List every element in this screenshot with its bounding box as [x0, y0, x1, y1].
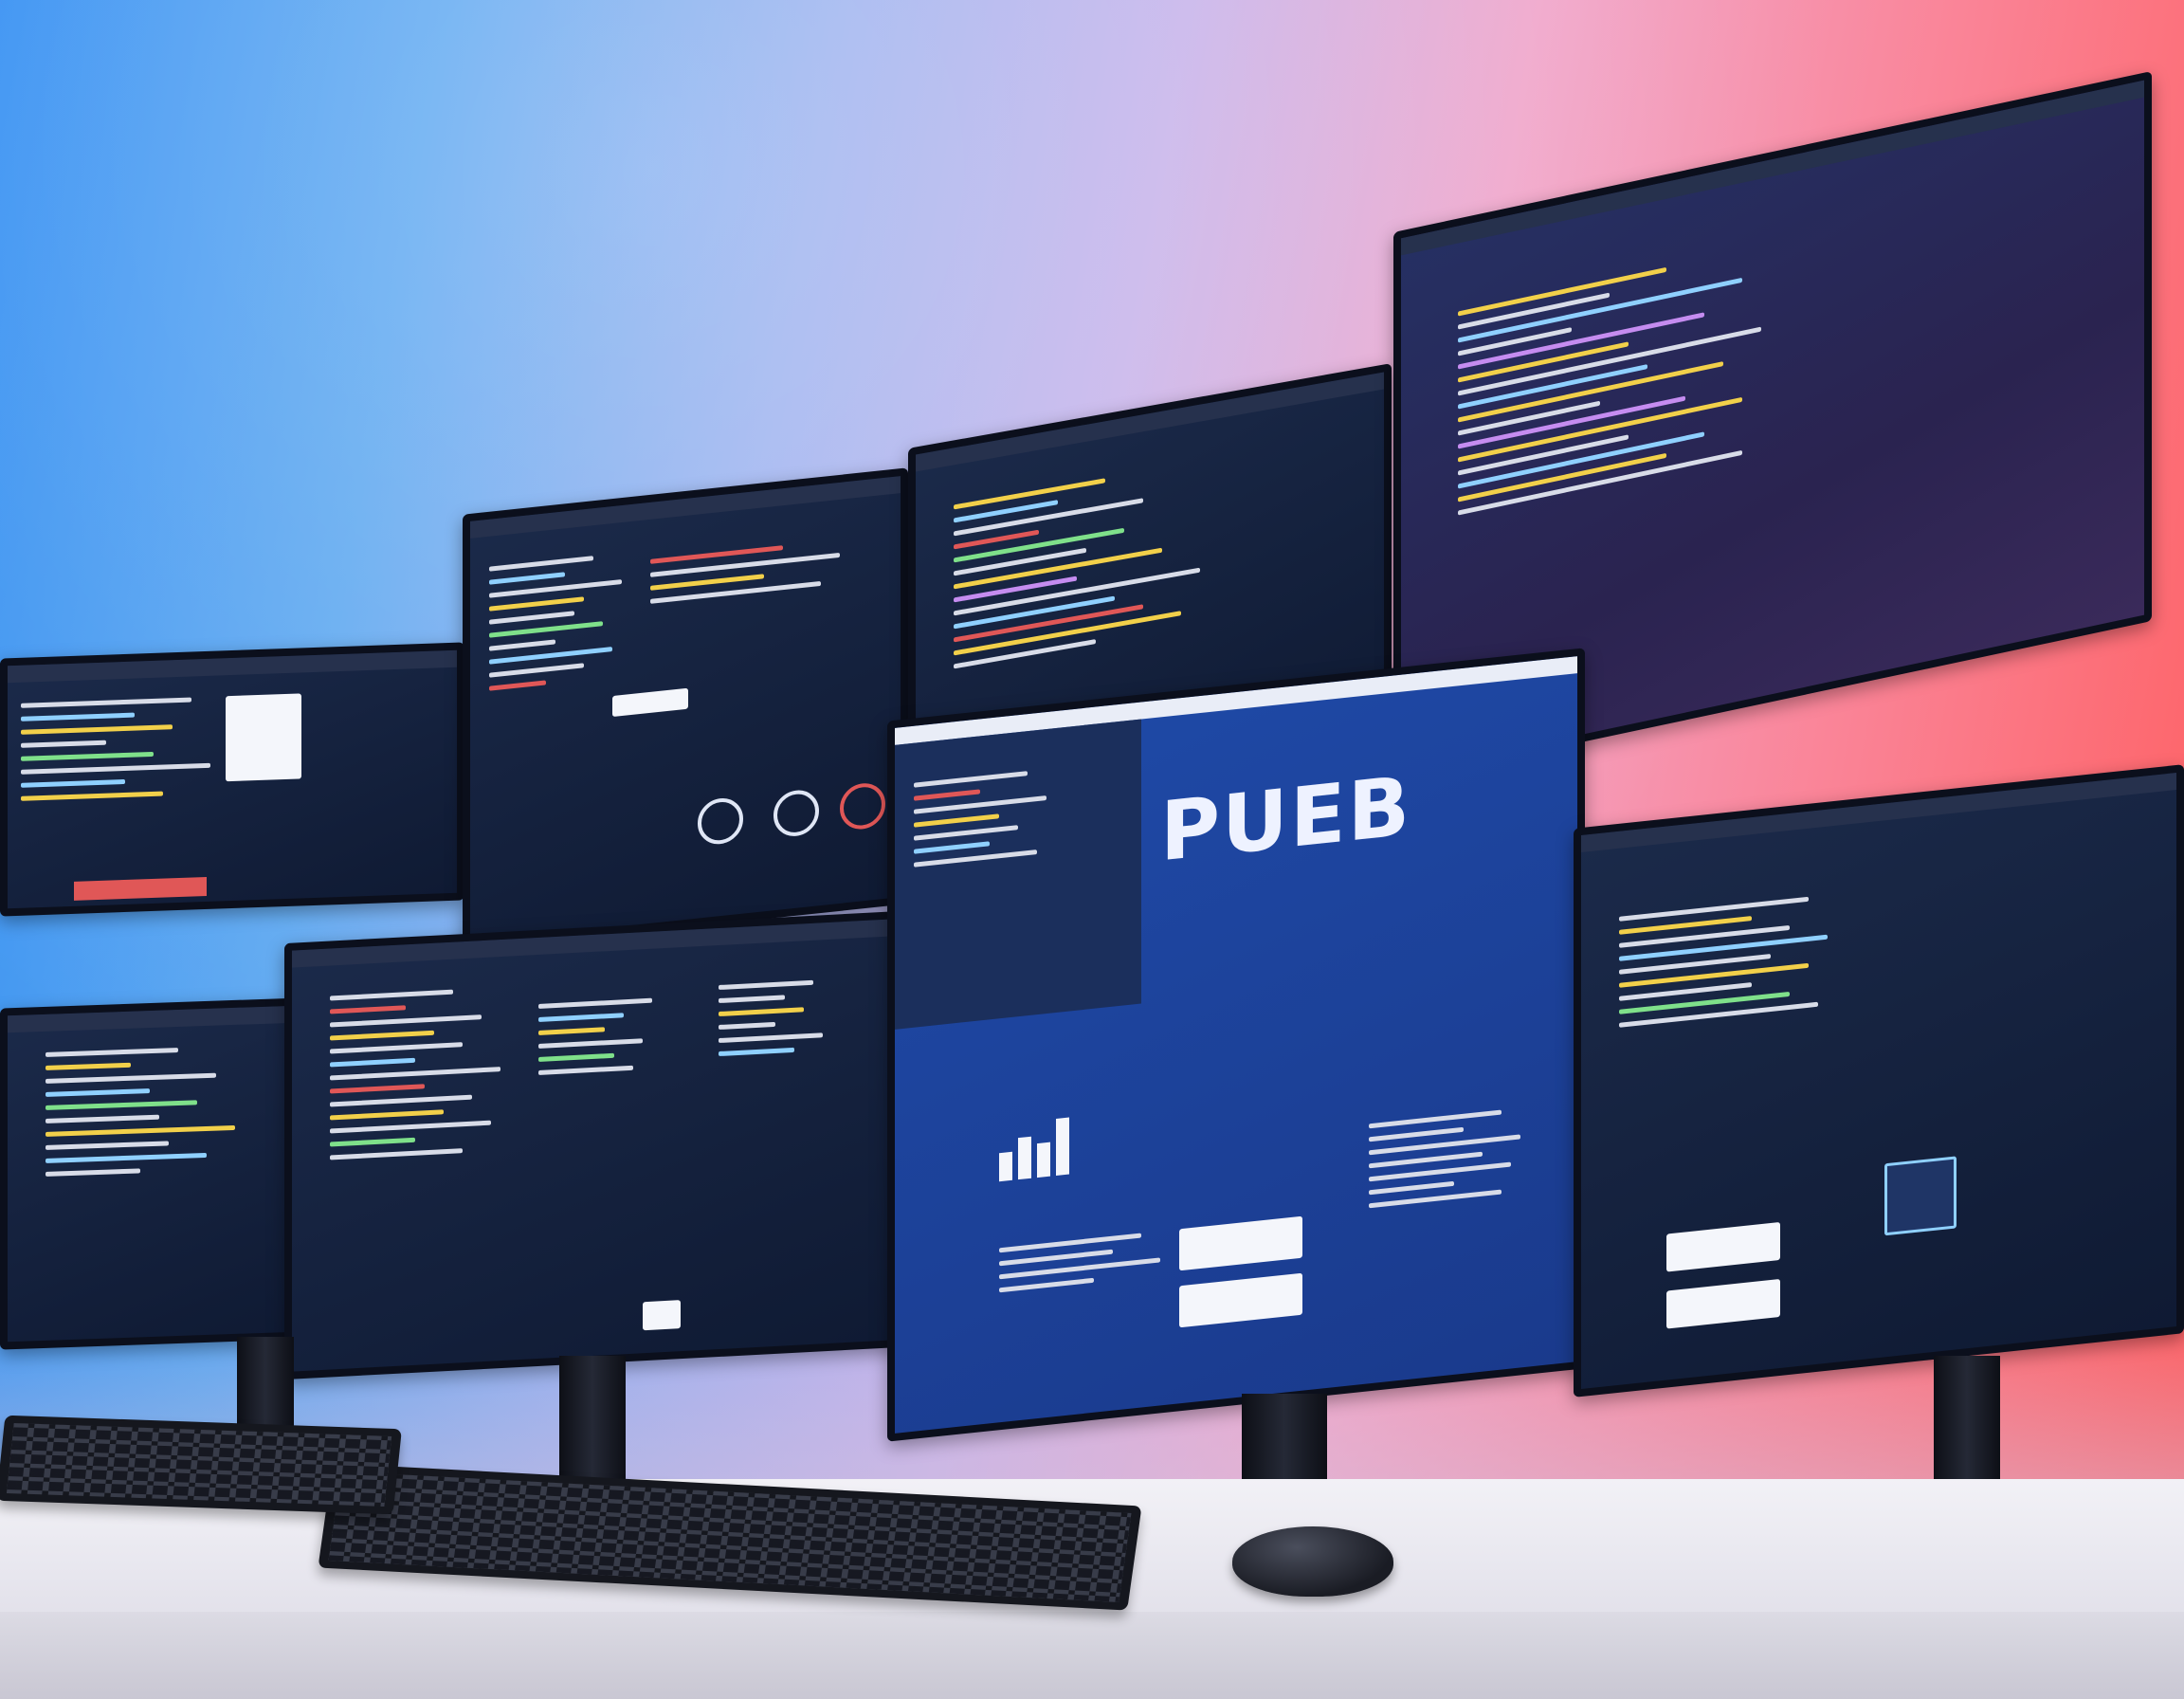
circle-icon — [774, 788, 819, 839]
monitor-front-far-left — [0, 997, 303, 1350]
desk-edge — [0, 1612, 2184, 1699]
mouse-icon[interactable] — [1232, 1526, 1393, 1597]
monitor-front-right — [1574, 764, 2184, 1398]
monitor-stand — [559, 1356, 626, 1479]
monitor-back-far-left — [0, 642, 464, 917]
monitor-front-left — [284, 910, 901, 1380]
screen-headline: PUEB — [1160, 758, 1412, 881]
bar-chart-icon — [999, 1106, 1084, 1182]
circle-icon — [698, 795, 743, 847]
keyboard-icon[interactable] — [0, 1415, 402, 1515]
monitor-front-center: PUEB — [887, 648, 1585, 1442]
circle-icon — [840, 780, 885, 831]
monitor-stand — [1934, 1356, 2000, 1479]
monitor-back-mid-left — [463, 467, 908, 951]
